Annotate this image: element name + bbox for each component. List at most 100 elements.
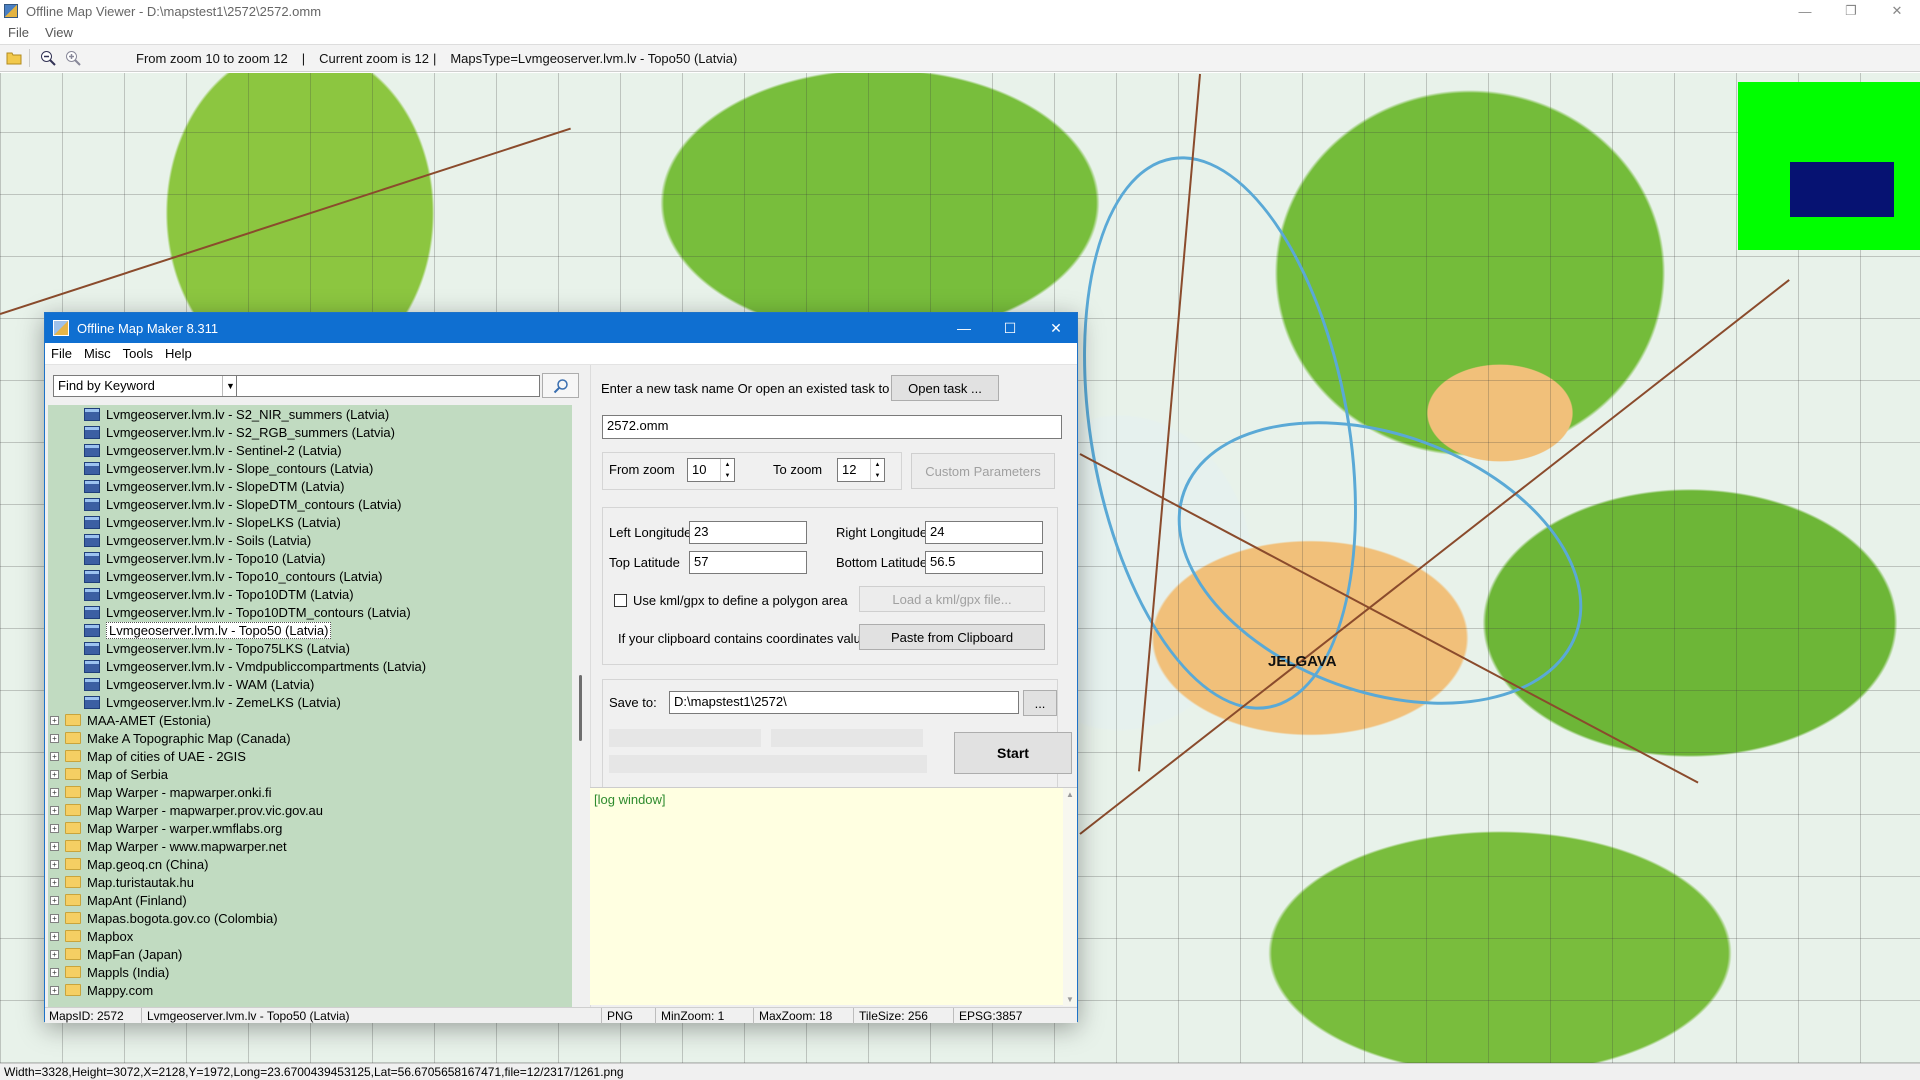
tree-map-item[interactable]: Lvmgeoserver.lvm.lv - Soils (Latvia) xyxy=(48,531,311,549)
to-zoom-spinner[interactable]: 12 ▲ ▼ xyxy=(837,458,885,482)
keyword-search-input[interactable] xyxy=(236,375,540,397)
tree-folder-item[interactable]: + MapAnt (Finland) xyxy=(48,891,187,909)
tree-map-item[interactable]: Lvmgeoserver.lvm.lv - ZemeLKS (Latvia) xyxy=(48,693,341,711)
tree-folder-item[interactable]: + Map.geoq.cn (China) xyxy=(48,855,208,873)
browse-folder-button[interactable]: ... xyxy=(1023,690,1057,716)
tree-folder-item[interactable]: + Map Warper - www.mapwarper.net xyxy=(48,837,287,855)
tree-map-item[interactable]: Lvmgeoserver.lvm.lv - Topo10DTM (Latvia) xyxy=(48,585,354,603)
maker-minimize-button[interactable]: — xyxy=(941,313,987,343)
tree-map-item[interactable]: Lvmgeoserver.lvm.lv - S2_NIR_summers (La… xyxy=(48,405,389,423)
custom-parameters-button[interactable]: Custom Parameters xyxy=(911,453,1055,489)
use-kml-checkbox[interactable] xyxy=(614,594,627,607)
expand-icon[interactable]: + xyxy=(50,877,59,887)
save-path-input[interactable]: D:\mapstest1\2572\ xyxy=(669,691,1019,714)
tree-scrollbar-thumb[interactable] xyxy=(579,675,582,741)
expand-icon[interactable]: + xyxy=(50,823,59,833)
open-folder-icon[interactable] xyxy=(3,47,25,69)
expand-icon[interactable]: + xyxy=(50,733,59,743)
log-scrollbar[interactable]: ▲ ▼ xyxy=(1063,788,1077,1006)
tree-map-item[interactable]: Lvmgeoserver.lvm.lv - S2_RGB_summers (La… xyxy=(48,423,395,441)
open-task-button[interactable]: Open task ... xyxy=(891,375,999,401)
task-name-input[interactable]: 2572.omm xyxy=(602,415,1062,439)
expand-icon[interactable]: + xyxy=(50,895,59,905)
from-zoom-spinner[interactable]: 10 ▲ ▼ xyxy=(687,458,735,482)
tree-map-item[interactable]: Lvmgeoserver.lvm.lv - Slope_contours (La… xyxy=(48,459,373,477)
map-tile-icon xyxy=(84,497,100,511)
expand-icon[interactable]: + xyxy=(50,787,59,797)
tree-folder-item[interactable]: + Mapas.bogota.gov.co (Colombia) xyxy=(48,909,278,927)
zoom-out-icon[interactable] xyxy=(37,47,59,69)
find-mode-value: Find by Keyword xyxy=(58,378,155,393)
viewer-maximize-button[interactable]: ❐ xyxy=(1828,0,1874,22)
viewer-menu-view[interactable]: View xyxy=(37,25,81,40)
maker-menu-misc[interactable]: Misc xyxy=(78,346,117,361)
expand-icon[interactable]: + xyxy=(50,913,59,923)
viewer-window-title: Offline Map Viewer - D:\mapstest1\2572\2… xyxy=(26,3,322,19)
minimap-viewport[interactable] xyxy=(1790,162,1894,217)
tree-map-item[interactable]: Lvmgeoserver.lvm.lv - Topo75LKS (Latvia) xyxy=(48,639,350,657)
expand-icon[interactable]: + xyxy=(50,967,59,977)
tree-map-item[interactable]: Lvmgeoserver.lvm.lv - SlopeDTM_contours … xyxy=(48,495,402,513)
tree-map-item[interactable]: Lvmgeoserver.lvm.lv - Topo10 (Latvia) xyxy=(48,549,325,567)
viewer-close-button[interactable]: ✕ xyxy=(1874,0,1920,22)
maps-tree[interactable]: Lvmgeoserver.lvm.lv - S2_NIR_summers (La… xyxy=(48,405,572,1010)
maker-maximize-button[interactable]: ☐ xyxy=(987,313,1033,343)
tree-folder-item[interactable]: + MAA-AMET (Estonia) xyxy=(48,711,211,729)
tree-map-item[interactable]: Lvmgeoserver.lvm.lv - WAM (Latvia) xyxy=(48,675,314,693)
expand-icon[interactable]: + xyxy=(50,949,59,959)
tree-map-item[interactable]: Lvmgeoserver.lvm.lv - SlopeLKS (Latvia) xyxy=(48,513,341,531)
map-tile-icon xyxy=(84,659,100,673)
scroll-down-icon[interactable]: ▼ xyxy=(1066,995,1074,1004)
spinner-arrows-icon[interactable]: ▲ ▼ xyxy=(720,459,734,481)
maker-menu-tools[interactable]: Tools xyxy=(117,346,159,361)
tree-map-item[interactable]: Lvmgeoserver.lvm.lv - SlopeDTM (Latvia) xyxy=(48,477,344,495)
expand-icon[interactable]: + xyxy=(50,931,59,941)
expand-icon[interactable]: + xyxy=(50,805,59,815)
viewer-menu-file[interactable]: File xyxy=(0,25,37,40)
viewer-minimize-button[interactable]: — xyxy=(1782,0,1828,22)
tree-map-item[interactable]: Lvmgeoserver.lvm.lv - Topo10_contours (L… xyxy=(48,567,383,585)
start-button[interactable]: Start xyxy=(954,732,1072,774)
tree-folder-item[interactable]: + Mappy.com xyxy=(48,981,153,999)
tree-map-item[interactable]: Lvmgeoserver.lvm.lv - Sentinel-2 (Latvia… xyxy=(48,441,342,459)
tree-folder-item[interactable]: + Mappls (India) xyxy=(48,963,169,981)
tree-scrollbar[interactable] xyxy=(575,405,587,1010)
expand-icon[interactable]: + xyxy=(50,859,59,869)
find-mode-select[interactable]: Find by Keyword ▼ xyxy=(53,375,239,397)
tree-folder-item[interactable]: + Make A Topographic Map (Canada) xyxy=(48,729,291,747)
tree-folder-item[interactable]: + Map of Serbia xyxy=(48,765,168,783)
maker-menu-help[interactable]: Help xyxy=(159,346,198,361)
scroll-up-icon[interactable]: ▲ xyxy=(1066,790,1074,799)
left-longitude-input[interactable]: 23 xyxy=(689,521,807,544)
load-kml-button[interactable]: Load a kml/gpx file... xyxy=(859,586,1045,612)
tree-map-item[interactable]: Lvmgeoserver.lvm.lv - Topo50 (Latvia) xyxy=(48,621,332,639)
maker-menu-file[interactable]: File xyxy=(45,346,78,361)
tree-folder-item[interactable]: + Mapbox xyxy=(48,927,133,945)
search-button[interactable] xyxy=(542,373,579,398)
tree-folder-item[interactable]: + Map Warper - mapwarper.onki.fi xyxy=(48,783,271,801)
log-window[interactable]: [log window] ▲ ▼ xyxy=(590,787,1077,1006)
top-latitude-input[interactable]: 57 xyxy=(689,551,807,574)
tree-folder-item[interactable]: + MapFan (Japan) xyxy=(48,945,182,963)
expand-icon[interactable]: + xyxy=(50,841,59,851)
tree-map-item[interactable]: Lvmgeoserver.lvm.lv - Topo10DTM_contours… xyxy=(48,603,411,621)
folder-icon xyxy=(65,894,81,906)
bottom-latitude-input[interactable]: 56.5 xyxy=(925,551,1043,574)
paste-from-clipboard-button[interactable]: Paste from Clipboard xyxy=(859,624,1045,650)
expand-icon[interactable]: + xyxy=(50,715,59,725)
maker-titlebar[interactable]: Offline Map Maker 8.311 — ☐ ✕ xyxy=(45,313,1077,343)
expand-icon[interactable]: + xyxy=(50,769,59,779)
tree-folder-item[interactable]: + Map of cities of UAE - 2GIS xyxy=(48,747,246,765)
expand-icon[interactable]: + xyxy=(50,985,59,995)
spinner-arrows-icon[interactable]: ▲ ▼ xyxy=(870,459,884,481)
tree-folder-item[interactable]: + Map.turistautak.hu xyxy=(48,873,194,891)
right-longitude-input[interactable]: 24 xyxy=(925,521,1043,544)
tree-folder-item[interactable]: + Map Warper - mapwarper.prov.vic.gov.au xyxy=(48,801,323,819)
zoom-in-icon[interactable] xyxy=(62,47,84,69)
expand-icon[interactable]: + xyxy=(50,751,59,761)
tree-folder-item[interactable]: + Map Warper - warper.wmflabs.org xyxy=(48,819,282,837)
overview-minimap[interactable] xyxy=(1738,82,1920,250)
maker-close-button[interactable]: ✕ xyxy=(1033,313,1079,343)
tree-map-item[interactable]: Lvmgeoserver.lvm.lv - Vmdpubliccompartme… xyxy=(48,657,426,675)
status-separator xyxy=(753,1008,754,1024)
